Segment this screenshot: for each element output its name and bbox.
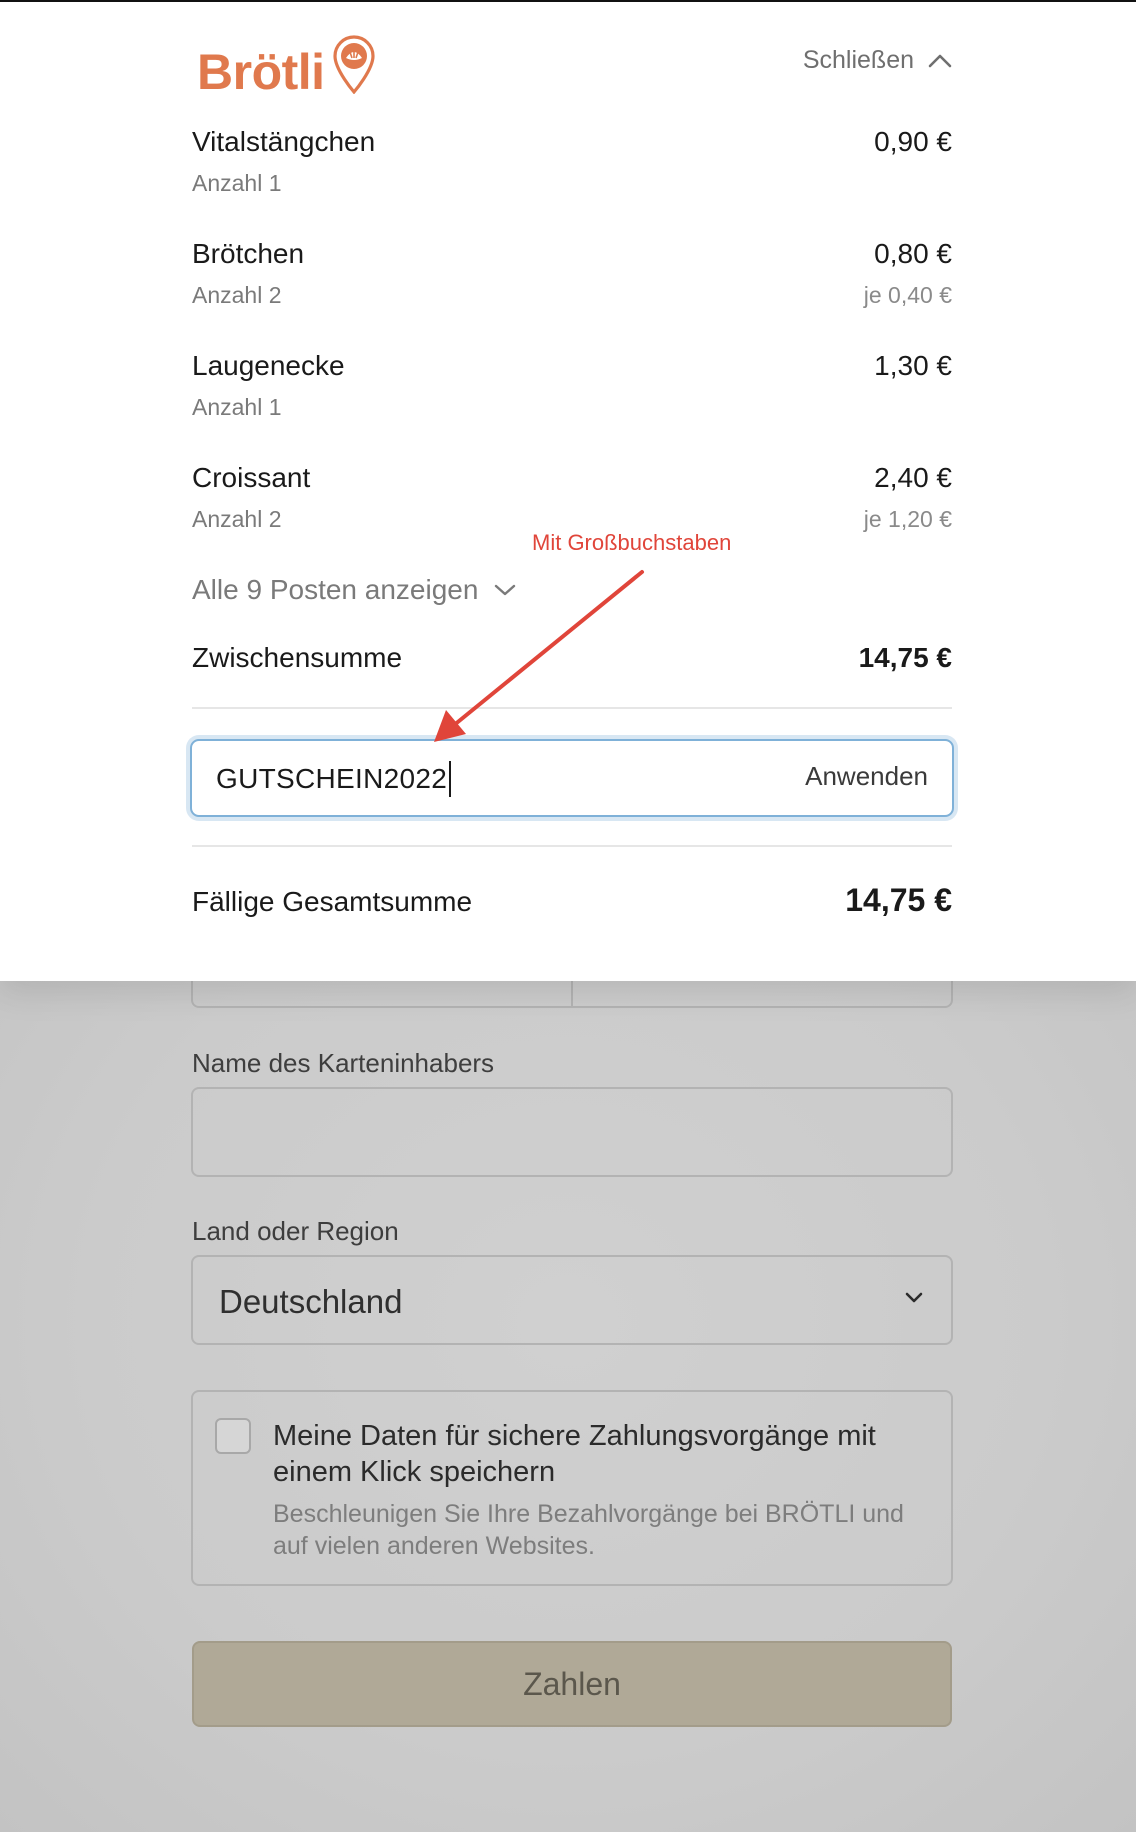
country-select-value: Deutschland [219, 1283, 403, 1320]
item-unit-price: je 0,40 € [863, 282, 952, 308]
order-summary-sheet: Brötli Schließen Vitalstängchen Anzahl 1… [0, 0, 1136, 981]
item-name: Croissant [192, 462, 311, 493]
brand-logo: Brötli [197, 32, 377, 112]
item-quantity: Anzahl 2 [192, 282, 282, 308]
total-due-value: 14,75 € [845, 882, 952, 918]
close-summary-link[interactable]: Schließen [803, 46, 952, 75]
pay-button[interactable]: Zahlen [192, 1641, 952, 1727]
chevron-up-icon [928, 54, 952, 67]
item-name: Laugenecke [192, 350, 345, 381]
subtotal-label: Zwischensumme [192, 642, 403, 673]
total-due-label: Fällige Gesamtsumme [192, 886, 473, 917]
chevron-down-icon [905, 1292, 923, 1303]
cardholder-label: Name des Karteninhabers [192, 1048, 495, 1078]
country-select[interactable]: Deutschland [191, 1255, 953, 1345]
item-price: 1,30 € [874, 350, 952, 381]
item-price: 0,80 € [874, 238, 952, 269]
save-details-box: Meine Daten für sichere Zahlungsvorgänge… [191, 1390, 953, 1586]
item-price: 2,40 € [874, 462, 952, 493]
save-details-subtitle: Beschleunigen Sie Ihre Bezahlvorgänge be… [273, 1500, 904, 1560]
save-details-title: Meine Daten für sichere Zahlungsvorgänge… [273, 1420, 876, 1488]
country-label: Land oder Region [192, 1216, 399, 1246]
annotation-label: Mit Großbuchstaben [532, 530, 732, 555]
line-item: Laugenecke Anzahl 1 1,30 € [192, 350, 952, 430]
annotation-arrow-icon [434, 570, 644, 742]
apply-coupon-button[interactable]: Anwenden [805, 761, 928, 792]
item-name: Brötchen [192, 238, 305, 269]
line-item: Vitalstängchen Anzahl 1 0,90 € [192, 126, 952, 206]
cardholder-input[interactable] [191, 1087, 953, 1177]
close-label: Schließen [802, 46, 914, 74]
item-name: Vitalstängchen [192, 126, 376, 157]
item-unit-price: je 1,20 € [863, 506, 952, 532]
bread-pin-icon [332, 35, 375, 94]
item-quantity: Anzahl 1 [192, 170, 282, 196]
coupon-input[interactable] [216, 757, 736, 801]
item-price: 0,90 € [874, 126, 952, 157]
divider [192, 845, 952, 847]
subtotal-value: 14,75 € [858, 642, 952, 673]
item-quantity: Anzahl 2 [192, 506, 282, 532]
text-cursor [449, 761, 451, 797]
item-quantity: Anzahl 1 [192, 394, 282, 420]
line-item: Brötchen Anzahl 2 0,80 € je 0,40 € [192, 238, 952, 318]
brand-name: Brötli [197, 44, 325, 100]
save-details-checkbox[interactable] [215, 1418, 251, 1454]
